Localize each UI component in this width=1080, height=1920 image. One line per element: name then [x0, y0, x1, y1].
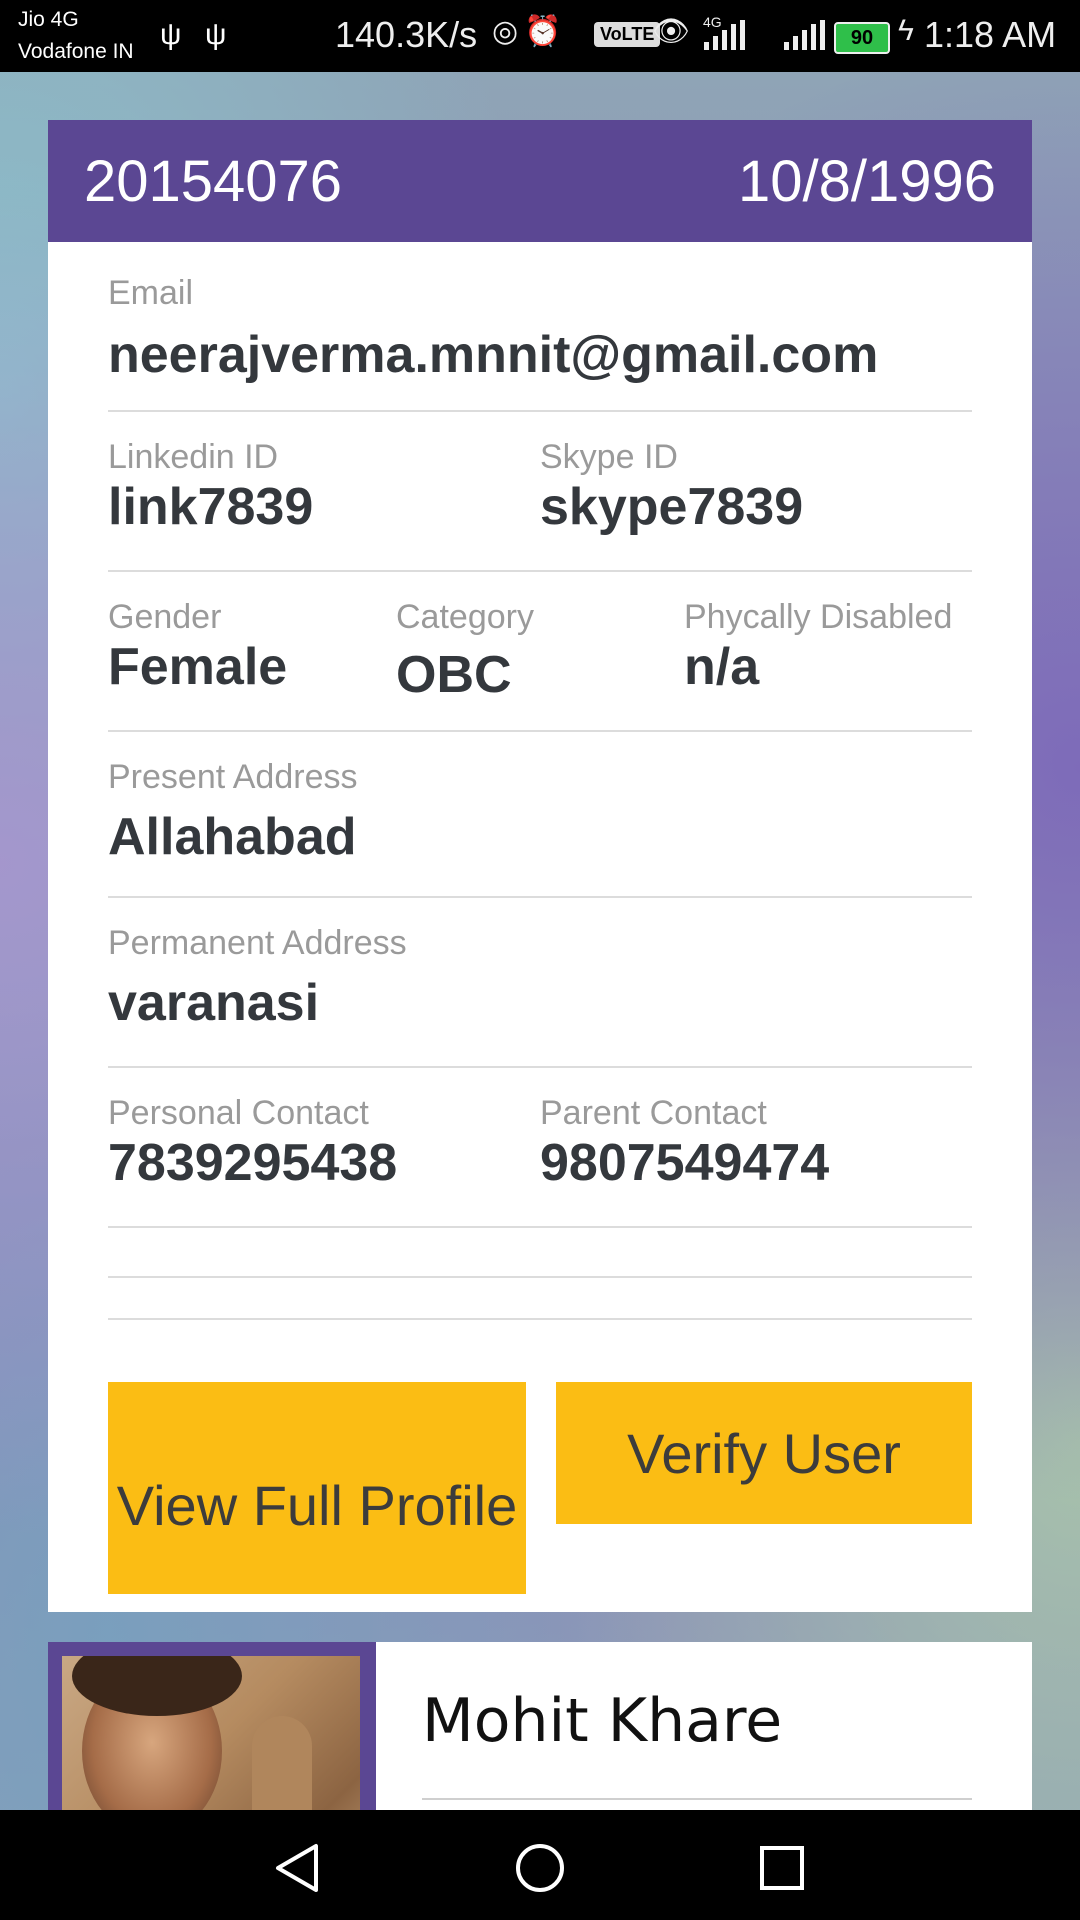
gender-value: Female [108, 638, 288, 696]
personal-contact-field: Personal Contact 7839295438 [108, 1068, 540, 1226]
present-address-value: Allahabad [108, 808, 357, 866]
network-speed: 140.3K/s [335, 14, 478, 55]
personal-contact-value: 7839295438 [108, 1134, 398, 1192]
empty-row [108, 1228, 972, 1278]
email-value: neerajverma.mnnit@gmail.com [108, 326, 879, 384]
back-icon[interactable] [272, 1842, 324, 1894]
gender-field: Gender Female [108, 572, 396, 730]
view-full-profile-button[interactable]: View Full Profile [108, 1382, 526, 1594]
clock: 1:18 AM [924, 14, 1057, 55]
recents-icon[interactable] [756, 1842, 808, 1894]
date-of-birth: 10/8/1996 [737, 149, 996, 214]
parent-contact-field: Parent Contact 9807549474 [540, 1068, 972, 1226]
eye-icon: 👁 [652, 15, 697, 48]
carrier-name-2: Vodafone IN [18, 40, 134, 63]
navigation-bar [0, 1810, 1080, 1920]
action-buttons: View Full Profile Verify User [108, 1382, 972, 1594]
personal-info-row: Gender Female Category OBC Phycally Disa… [108, 572, 972, 732]
student-name: Mohit Khare [422, 1686, 783, 1756]
skype-label: Skype ID [540, 438, 678, 476]
category-label: Category [396, 598, 534, 636]
signal-icon [784, 20, 825, 50]
skype-value: skype7839 [540, 478, 804, 536]
category-value: OBC [396, 646, 512, 704]
email-row: Email neerajverma.mnnit@gmail.com [108, 242, 972, 412]
usb-icon: ψ [160, 18, 182, 51]
home-icon[interactable] [514, 1842, 566, 1894]
network-type: 4G [703, 14, 722, 30]
contact-row: Personal Contact 7839295438 Parent Conta… [108, 1068, 972, 1228]
present-address-row: Present Address Allahabad [108, 732, 972, 898]
email-label: Email [108, 274, 194, 312]
screen: Jio 4G Vodafone IN ψ ψ 140.3K/s ◎⏰ VoLTE… [0, 0, 1080, 1920]
usb-icon: ψ [205, 18, 227, 51]
permanent-address-value: varanasi [108, 974, 320, 1032]
linkedin-label: Linkedin ID [108, 438, 279, 476]
present-address-label: Present Address [108, 758, 358, 796]
status-icons: ◎⏰ [492, 14, 568, 49]
disabled-field: Phycally Disabled n/a [684, 572, 972, 730]
permanent-address-field: Permanent Address varanasi [108, 898, 972, 1066]
battery-icon: 90 [834, 22, 890, 54]
card-header: 20154076 10/8/1996 [48, 120, 1032, 242]
student-card: 20154076 10/8/1996 Email neerajverma.mnn… [48, 120, 1032, 1612]
carrier-name-1: Jio 4G [18, 8, 79, 31]
volte-icon: VoLTE [594, 22, 661, 47]
social-row: Linkedin ID link7839 Skype ID skype7839 [108, 412, 972, 572]
disabled-label: Phycally Disabled [684, 598, 953, 636]
alarm-icon: ⏰ [524, 15, 568, 48]
divider [422, 1798, 972, 1800]
gender-label: Gender [108, 598, 222, 636]
permanent-address-label: Permanent Address [108, 924, 407, 962]
skype-field: Skype ID skype7839 [540, 412, 972, 570]
verify-user-button[interactable]: Verify User [556, 1382, 972, 1524]
linkedin-value: link7839 [108, 478, 314, 536]
linkedin-field: Linkedin ID link7839 [108, 412, 540, 570]
empty-row [108, 1278, 972, 1320]
personal-contact-label: Personal Contact [108, 1094, 369, 1132]
email-field: Email neerajverma.mnnit@gmail.com [108, 242, 972, 410]
disabled-value: n/a [684, 638, 760, 696]
category-field: Category OBC [396, 572, 684, 730]
student-id: 20154076 [84, 149, 343, 214]
status-bar: Jio 4G Vodafone IN ψ ψ 140.3K/s ◎⏰ VoLTE… [0, 0, 1080, 72]
present-address-field: Present Address Allahabad [108, 732, 972, 896]
hotspot-icon: ◎ [492, 15, 525, 48]
card-body: Email neerajverma.mnnit@gmail.com Linked… [48, 242, 1032, 1320]
charging-icon: ϟ [898, 14, 914, 47]
permanent-address-row: Permanent Address varanasi [108, 898, 972, 1068]
parent-contact-value: 9807549474 [540, 1134, 830, 1192]
parent-contact-label: Parent Contact [540, 1094, 767, 1132]
